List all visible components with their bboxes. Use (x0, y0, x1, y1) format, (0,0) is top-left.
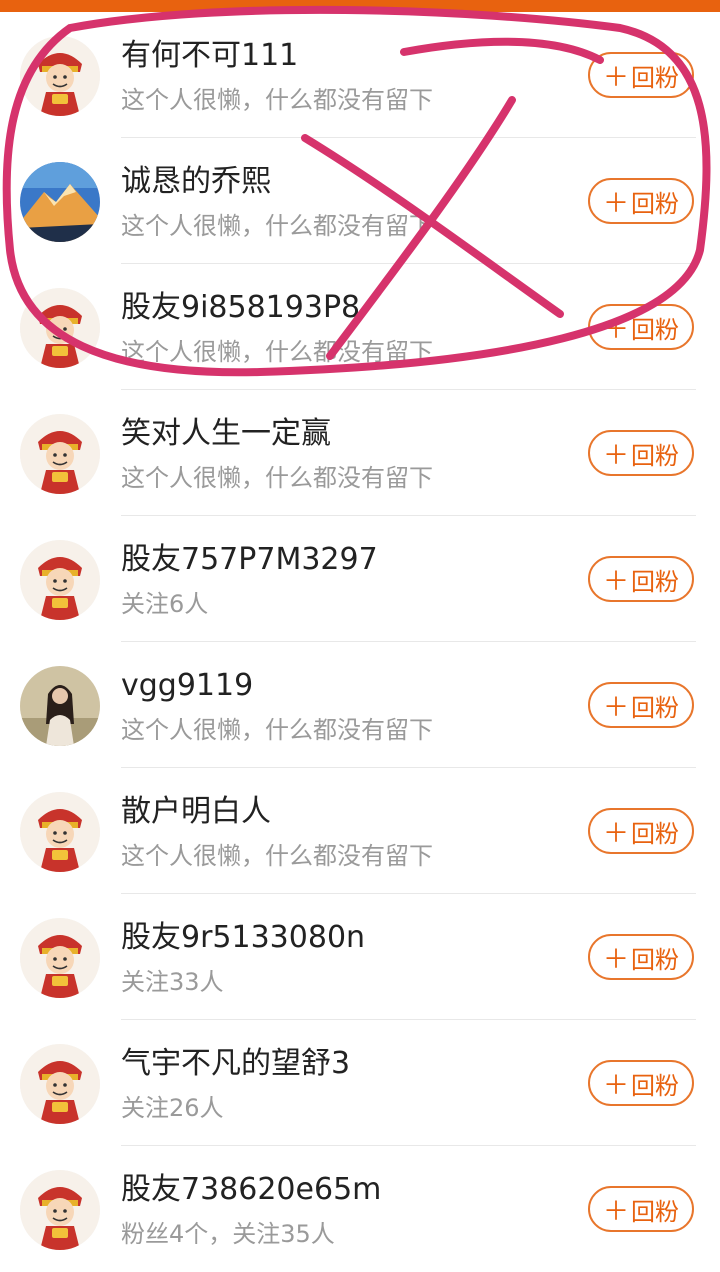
follow-back-label: 回粉 (631, 567, 679, 596)
follow-back-label: 回粉 (631, 315, 679, 344)
fortune-god-avatar[interactable] (20, 1170, 100, 1250)
user-name[interactable]: 股友738620e65m (121, 1170, 381, 1210)
list-item[interactable]: 股友738620e65m 粉丝4个，关注35人 ＋回粉 (0, 1146, 720, 1272)
follow-back-label: 回粉 (631, 63, 679, 92)
fortune-god-avatar[interactable] (20, 1044, 100, 1124)
plus-icon: ＋ (602, 62, 629, 93)
user-name[interactable]: 股友757P7M3297 (121, 540, 378, 580)
user-name[interactable]: 有何不可111 (121, 36, 298, 76)
follow-back-button[interactable]: ＋回粉 (588, 808, 694, 854)
follow-back-label: 回粉 (631, 189, 679, 218)
follow-back-button[interactable]: ＋回粉 (588, 1060, 694, 1106)
user-subtitle: 这个人很懒，什么都没有留下 (121, 842, 433, 870)
plus-icon: ＋ (602, 818, 629, 849)
user-subtitle: 这个人很懒，什么都没有留下 (121, 86, 433, 114)
user-subtitle: 关注33人 (121, 968, 224, 996)
list-item[interactable]: 有何不可111 这个人很懒，什么都没有留下 ＋回粉 (0, 12, 720, 138)
follow-back-button[interactable]: ＋回粉 (588, 430, 694, 476)
plus-icon: ＋ (602, 1196, 629, 1227)
plus-icon: ＋ (602, 314, 629, 345)
user-name[interactable]: 诚恳的乔熙 (121, 162, 271, 202)
list-item[interactable]: 笑对人生一定赢 这个人很懒，什么都没有留下 ＋回粉 (0, 390, 720, 516)
user-subtitle: 这个人很懒，什么都没有留下 (121, 338, 433, 366)
fortune-god-avatar[interactable] (20, 540, 100, 620)
fortune-god-avatar[interactable] (20, 288, 100, 368)
list-item[interactable]: 股友9i858193P8 这个人很懒，什么都没有留下 ＋回粉 (0, 264, 720, 390)
plus-icon: ＋ (602, 944, 629, 975)
woman-photo-avatar[interactable] (20, 666, 100, 746)
user-subtitle: 关注6人 (121, 590, 209, 618)
plus-icon: ＋ (602, 188, 629, 219)
list-item[interactable]: 股友9r5133080n 关注33人 ＋回粉 (0, 894, 720, 1020)
fortune-god-avatar[interactable] (20, 414, 100, 494)
plus-icon: ＋ (602, 1070, 629, 1101)
follow-back-label: 回粉 (631, 1197, 679, 1226)
follow-back-label: 回粉 (631, 693, 679, 722)
user-name[interactable]: 笑对人生一定赢 (121, 414, 331, 454)
list-item[interactable]: 散户明白人 这个人很懒，什么都没有留下 ＋回粉 (0, 768, 720, 894)
user-subtitle: 关注26人 (121, 1094, 224, 1122)
user-subtitle: 这个人很懒，什么都没有留下 (121, 212, 433, 240)
fortune-god-avatar[interactable] (20, 36, 100, 116)
follow-back-button[interactable]: ＋回粉 (588, 934, 694, 980)
fortune-god-avatar[interactable] (20, 792, 100, 872)
follow-back-label: 回粉 (631, 441, 679, 470)
plus-icon: ＋ (602, 440, 629, 471)
fans-list: 有何不可111 这个人很懒，什么都没有留下 ＋回粉 诚恳的乔熙 这个人很懒，什么… (0, 12, 720, 1272)
list-item[interactable]: vgg9119 这个人很懒，什么都没有留下 ＋回粉 (0, 642, 720, 768)
follow-back-button[interactable]: ＋回粉 (588, 556, 694, 602)
follow-back-button[interactable]: ＋回粉 (588, 304, 694, 350)
top-app-bar (0, 0, 720, 12)
user-subtitle: 这个人很懒，什么都没有留下 (121, 716, 433, 744)
fortune-god-avatar[interactable] (20, 918, 100, 998)
follow-back-button[interactable]: ＋回粉 (588, 52, 694, 98)
list-item[interactable]: 诚恳的乔熙 这个人很懒，什么都没有留下 ＋回粉 (0, 138, 720, 264)
user-name[interactable]: 股友9i858193P8 (121, 288, 360, 328)
list-item[interactable]: 股友757P7M3297 关注6人 ＋回粉 (0, 516, 720, 642)
user-name[interactable]: 散户明白人 (121, 792, 271, 832)
plus-icon: ＋ (602, 692, 629, 723)
user-name[interactable]: 股友9r5133080n (121, 918, 365, 958)
follow-back-label: 回粉 (631, 819, 679, 848)
mountain-photo-avatar[interactable] (20, 162, 100, 242)
follow-back-button[interactable]: ＋回粉 (588, 1186, 694, 1232)
list-item[interactable]: 气宇不凡的望舒3 关注26人 ＋回粉 (0, 1020, 720, 1146)
follow-back-label: 回粉 (631, 945, 679, 974)
follow-back-button[interactable]: ＋回粉 (588, 178, 694, 224)
user-name[interactable]: 气宇不凡的望舒3 (121, 1044, 350, 1084)
user-subtitle: 这个人很懒，什么都没有留下 (121, 464, 433, 492)
user-name[interactable]: vgg9119 (121, 666, 253, 706)
plus-icon: ＋ (602, 566, 629, 597)
follow-back-button[interactable]: ＋回粉 (588, 682, 694, 728)
user-subtitle: 粉丝4个，关注35人 (121, 1220, 335, 1248)
follow-back-label: 回粉 (631, 1071, 679, 1100)
